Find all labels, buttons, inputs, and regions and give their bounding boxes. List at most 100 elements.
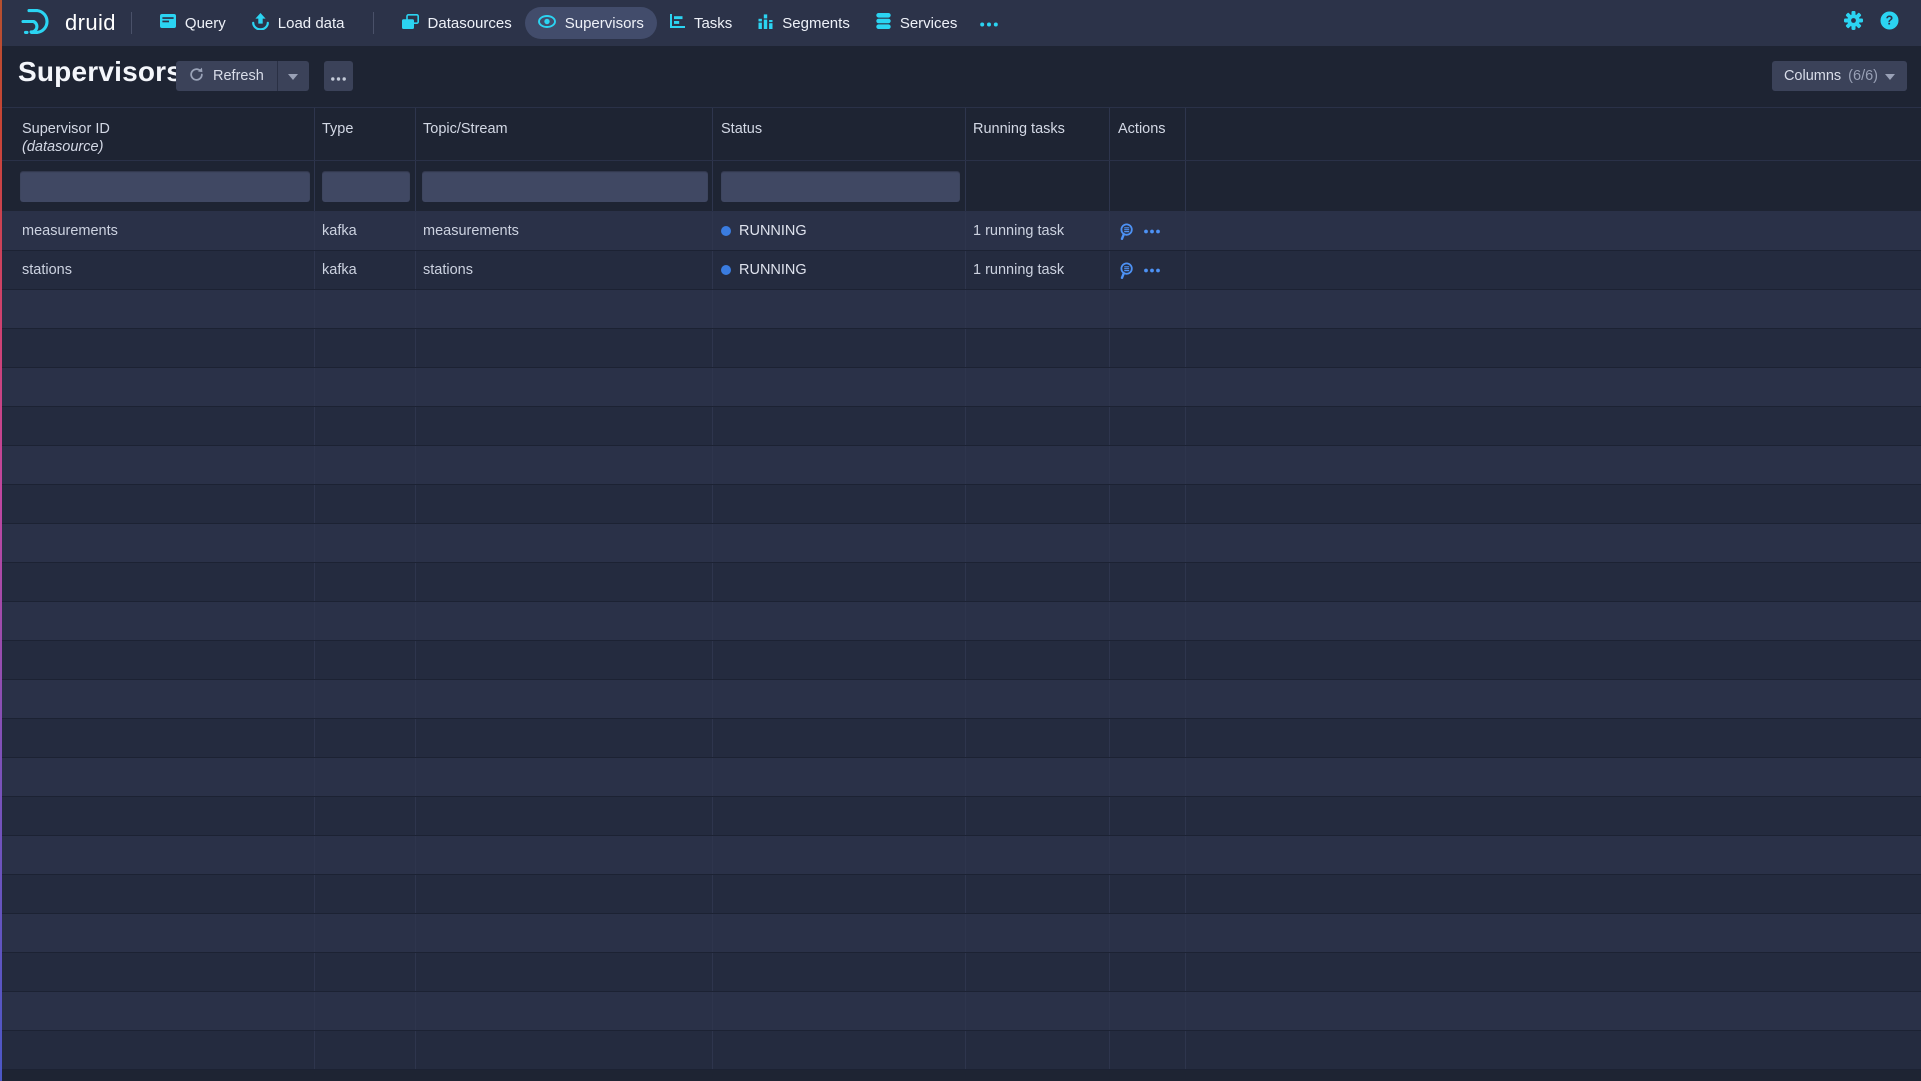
more-ellipsis-icon: [331, 69, 346, 84]
inspect-supervisor-icon[interactable]: [1118, 223, 1135, 240]
column-header-filler: [1186, 108, 1921, 160]
filter-type-input[interactable]: [322, 171, 410, 202]
table-row-empty: [0, 914, 1921, 953]
refresh-icon: [189, 67, 204, 86]
table-row-empty: [0, 719, 1921, 758]
settings-gear-icon[interactable]: [1844, 11, 1863, 35]
supervisor-id-cell[interactable]: stations: [22, 262, 72, 278]
table-body: measurements kafka measurements RUNNING …: [0, 212, 1921, 1070]
supervisor-more-actions-icon[interactable]: [1144, 268, 1160, 273]
column-header-status[interactable]: Status: [713, 108, 966, 160]
nav-item-label: Services: [900, 15, 958, 32]
status-cell: RUNNING: [739, 223, 807, 239]
refresh-split-button: Refresh: [176, 61, 309, 91]
table-row-empty: [0, 602, 1921, 641]
column-header-type[interactable]: Type: [315, 108, 416, 160]
nav-item-segments[interactable]: Segments: [745, 7, 863, 39]
nav-item-tasks[interactable]: Tasks: [657, 7, 745, 39]
columns-label: Columns: [1784, 68, 1841, 84]
table-row-empty: [0, 368, 1921, 407]
status-running-dot: [721, 226, 731, 236]
table-row-empty: [0, 758, 1921, 797]
refresh-interval-dropdown[interactable]: [277, 61, 309, 91]
supervisor-more-actions-icon[interactable]: [1144, 229, 1160, 234]
svg-text:?: ?: [1886, 14, 1894, 28]
table-row-empty: [0, 992, 1921, 1031]
type-cell: kafka: [322, 262, 357, 278]
supervisor-id-cell[interactable]: measurements: [22, 223, 118, 239]
nav-item-supervisors[interactable]: Supervisors: [525, 7, 657, 39]
supervisors-table: Supervisor ID (datasource) Type Topic/St…: [0, 107, 1921, 1081]
nav-item-services[interactable]: Services: [863, 7, 971, 39]
topic-stream-cell: stations: [423, 262, 473, 278]
topic-stream-cell: measurements: [423, 223, 519, 239]
nav-item-label: Tasks: [694, 15, 732, 32]
table-row-empty: [0, 407, 1921, 446]
nav-item-label: Supervisors: [565, 15, 644, 32]
druid-logo[interactable]: druid: [20, 6, 116, 41]
table-row-empty: [0, 836, 1921, 875]
table-row-empty: [0, 524, 1921, 563]
caret-down-icon: [288, 67, 298, 85]
more-ellipsis-icon: [980, 14, 998, 32]
table-row-measurements[interactable]: measurements kafka measurements RUNNING …: [0, 212, 1921, 251]
status-cell: RUNNING: [739, 262, 807, 278]
gantt-chart-icon: [670, 14, 685, 32]
view-header: Supervisors Refresh: [0, 46, 1921, 107]
nav-item-label: Segments: [782, 15, 850, 32]
table-row-empty: [0, 953, 1921, 992]
table-row-stations[interactable]: stations kafka stations RUNNING 1 runnin…: [0, 251, 1921, 290]
druid-logo-icon: [20, 6, 56, 41]
columns-count: (6/6): [1848, 68, 1878, 84]
running-tasks-cell: 1 running task: [973, 223, 1064, 239]
druid-logo-text: druid: [65, 10, 116, 36]
filter-supervisor-id-input[interactable]: [20, 171, 310, 202]
refresh-label: Refresh: [213, 68, 264, 84]
table-row-empty: [0, 563, 1921, 602]
filter-topic-stream-input[interactable]: [422, 171, 708, 202]
help-icon[interactable]: ?: [1880, 11, 1899, 35]
multi-select-icon: [402, 14, 419, 33]
columns-picker-button[interactable]: Columns (6/6): [1772, 61, 1907, 91]
nav-divider: [373, 12, 374, 34]
caret-down-icon: [1885, 68, 1895, 84]
table-header-row: Supervisor ID (datasource) Type Topic/St…: [0, 107, 1921, 161]
refresh-button[interactable]: Refresh: [176, 61, 277, 91]
upload-icon: [252, 13, 269, 34]
table-filter-row: [0, 161, 1921, 212]
nav-item-datasources[interactable]: Datasources: [389, 7, 525, 39]
database-icon: [876, 13, 891, 33]
table-row-empty: [0, 1031, 1921, 1070]
table-row-empty: [0, 290, 1921, 329]
nav-item-query[interactable]: Query: [147, 7, 239, 39]
table-row-empty: [0, 641, 1921, 680]
nav-item-label: Load data: [278, 15, 345, 32]
running-tasks-cell: 1 running task: [973, 262, 1064, 278]
inspect-supervisor-icon[interactable]: [1118, 262, 1135, 279]
nav-more-button[interactable]: [970, 7, 1008, 39]
filter-status-input[interactable]: [721, 171, 960, 202]
column-header-supervisor-id[interactable]: Supervisor ID (datasource): [0, 108, 315, 160]
view-more-actions-button[interactable]: [324, 61, 353, 91]
navbar-right: ?: [1844, 11, 1899, 35]
column-header-running-tasks[interactable]: Running tasks: [966, 108, 1110, 160]
type-cell: kafka: [322, 223, 357, 239]
nav-divider: [131, 12, 132, 34]
table-row-empty: [0, 797, 1921, 836]
page-title: Supervisors: [18, 56, 182, 88]
application-icon: [160, 14, 176, 32]
top-navbar: druid Query Load data: [0, 0, 1921, 46]
nav-item-label: Query: [185, 15, 226, 32]
table-row-empty: [0, 680, 1921, 719]
table-row-empty: [0, 329, 1921, 368]
nav-item-load-data[interactable]: Load data: [239, 7, 358, 39]
table-row-empty: [0, 485, 1921, 524]
column-header-actions: Actions: [1110, 108, 1186, 160]
stacked-chart-icon: [758, 14, 773, 33]
table-row-empty: [0, 446, 1921, 485]
druid-console: druid Query Load data: [0, 0, 1921, 1081]
eye-icon: [538, 15, 556, 32]
left-edge-gradient: [0, 0, 2, 1081]
nav-item-label: Datasources: [428, 15, 512, 32]
column-header-topic-stream[interactable]: Topic/Stream: [416, 108, 713, 160]
